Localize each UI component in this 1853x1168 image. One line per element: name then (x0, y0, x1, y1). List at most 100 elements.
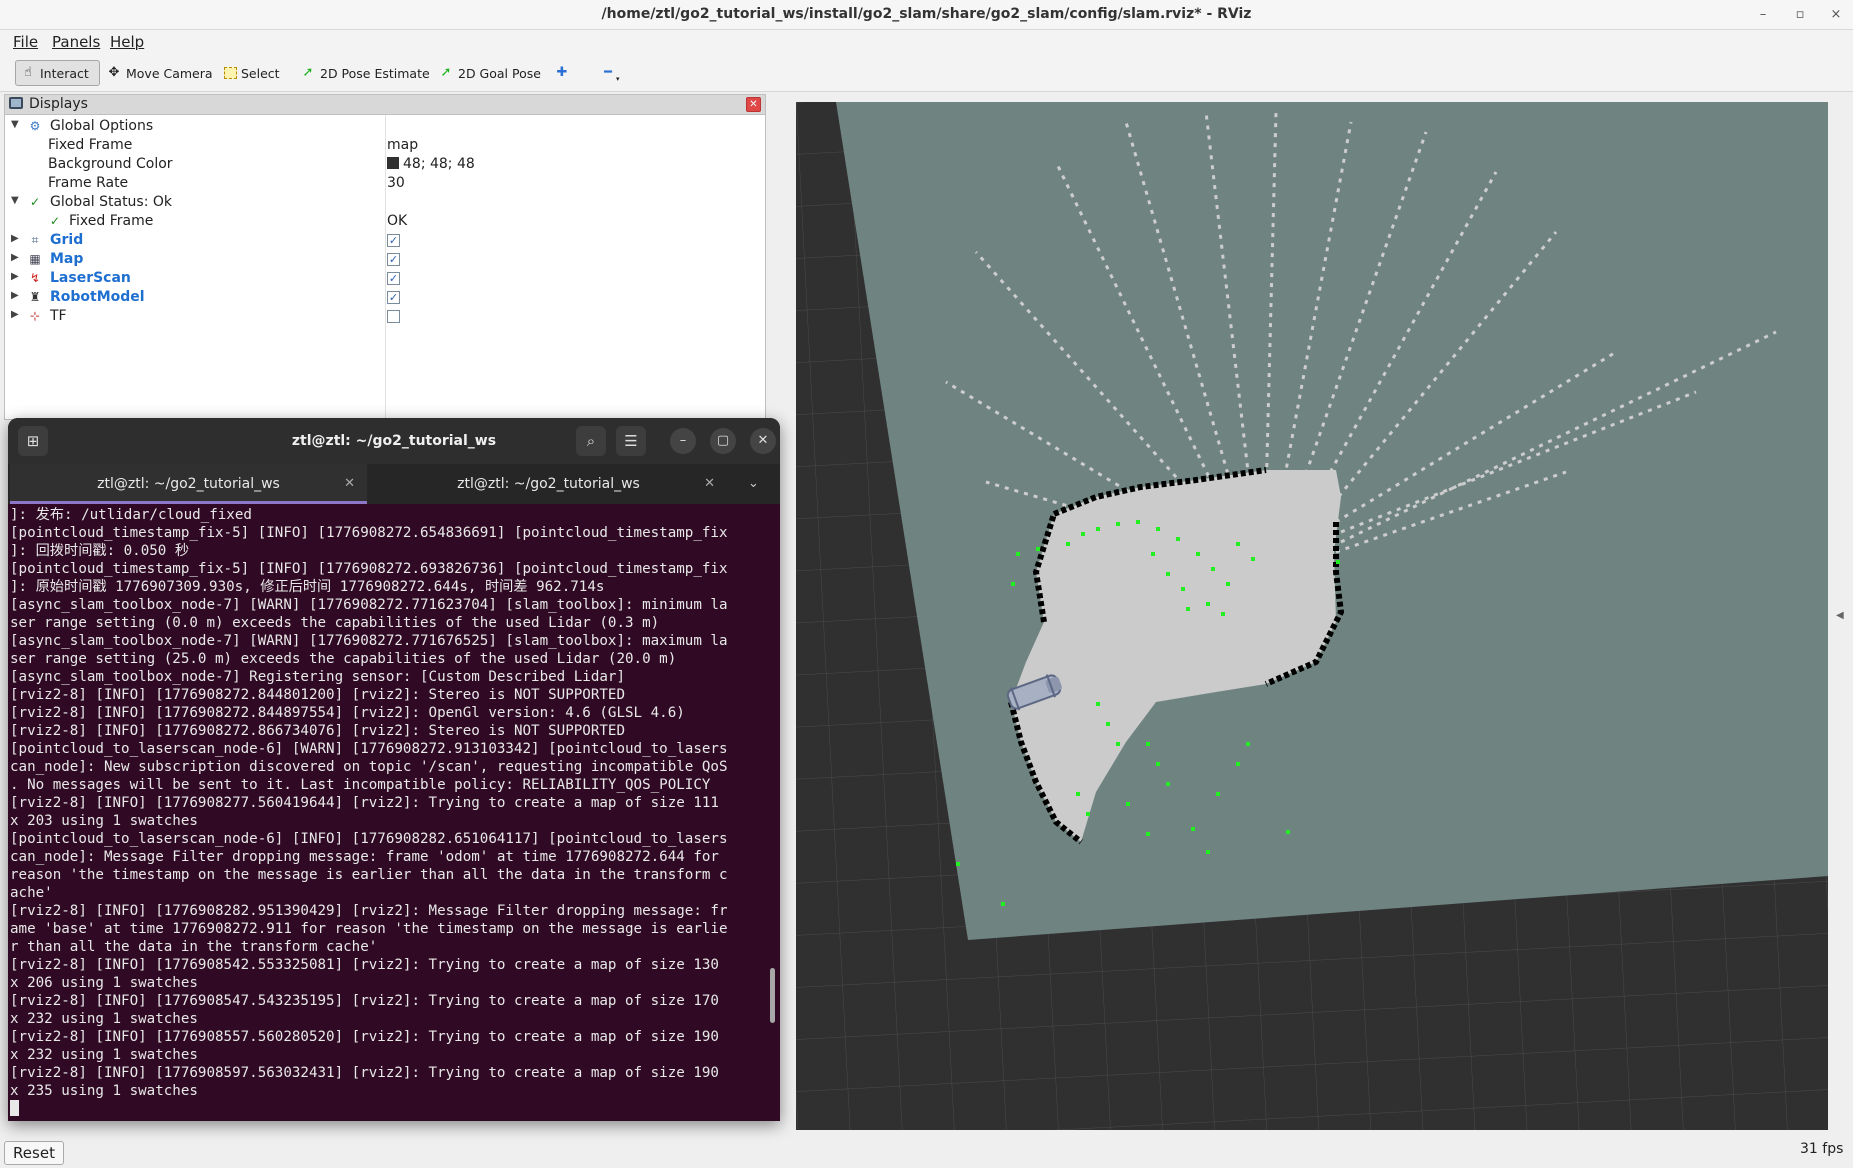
plus-icon: ✚ (556, 65, 568, 80)
close-panel-button[interactable]: ✕ (746, 97, 761, 112)
add-tool-button[interactable]: ✚ (550, 60, 574, 86)
tree-row-background-color[interactable]: Background Color 48; 48; 48 (5, 155, 765, 174)
terminal-line: ser range setting (25.0 m) exceeds the c… (10, 651, 677, 667)
tree-row-status-fixed-frame[interactable]: ✓ Fixed Frame OK (5, 212, 765, 231)
tab-close-icon[interactable]: ✕ (704, 464, 715, 504)
terminal-minimize-button[interactable]: – (670, 428, 696, 454)
frame-rate-value[interactable]: 30 (387, 175, 405, 191)
displays-panel: Displays ✕ ▼ ⚙ Global Options Fixed Fram… (4, 94, 766, 420)
terminal-tab-2[interactable]: ztl@ztl: ~/go2_tutorial_ws ✕ (370, 464, 727, 504)
collapse-arrow-icon[interactable]: ▶ (11, 233, 19, 244)
displays-panel-header: Displays ✕ (5, 95, 765, 115)
terminal-line: x 203 using 1 swatches (10, 813, 198, 829)
search-icon: ⌕ (586, 432, 596, 450)
terminal-line: can_node]: Message Filter dropping messa… (10, 849, 719, 865)
terminal-maximize-button[interactable]: ▢ (710, 428, 736, 454)
menu-help[interactable]: Help (110, 33, 144, 51)
terminal-line: x 235 using 1 swatches (10, 1083, 198, 1099)
grid-icon: ⌗ (31, 233, 39, 247)
terminal-tab-1[interactable]: ztl@ztl: ~/go2_tutorial_ws ✕ (10, 464, 367, 504)
maximize-button[interactable]: ▫ (1790, 5, 1810, 25)
terminal-line: [async_slam_toolbox_node-7] [WARN] [1776… (10, 633, 728, 649)
remove-tool-button[interactable]: ━ ▾ (596, 60, 624, 86)
terminal-line: [rviz2-8] [INFO] [1776908547.543235195] … (10, 993, 719, 1009)
goal-pose-tool-button[interactable]: ➚ 2D Goal Pose (434, 60, 545, 86)
tab-list-chevron-down-icon[interactable]: ⌄ (748, 464, 759, 504)
terminal-scrollbar[interactable] (770, 968, 775, 1023)
reset-button[interactable]: Reset (4, 1141, 64, 1165)
pose-estimate-arrow-icon: ➚ (302, 65, 314, 80)
3d-viewport[interactable] (796, 102, 1828, 1130)
tree-row-tf[interactable]: ▶ ⊹ TF (5, 307, 765, 326)
hand-pointer-icon: ☝ (24, 65, 32, 80)
collapse-arrow-icon[interactable]: ▶ (11, 290, 19, 301)
terminal-line: [rviz2-8] [INFO] [1776908557.560280520] … (10, 1029, 719, 1045)
menu-file[interactable]: File (13, 33, 38, 51)
terminal-line: ]: 发布: /utlidar/cloud_fixed (10, 507, 252, 523)
terminal-close-button[interactable]: ✕ (750, 428, 776, 454)
map-checkbox[interactable]: ✓ (387, 253, 400, 266)
tree-row-map[interactable]: ▶ ▦ Map ✓ (5, 250, 765, 269)
menu-panels[interactable]: Panels (52, 33, 100, 51)
terminal-line: [rviz2-8] [INFO] [1776908282.951390429] … (10, 903, 728, 919)
interact-label: Interact (40, 65, 89, 81)
tree-row-grid[interactable]: ▶ ⌗ Grid ✓ (5, 231, 765, 250)
laserscan-checkbox[interactable]: ✓ (387, 272, 400, 285)
tab-close-icon[interactable]: ✕ (344, 464, 355, 504)
expand-arrow-icon[interactable]: ▼ (11, 195, 19, 206)
collapse-arrow-icon[interactable]: ▶ (11, 271, 19, 282)
move-camera-tool-button[interactable]: ✥ Move Camera (102, 60, 217, 86)
terminal-window[interactable]: ⊞ ztl@ztl: ~/go2_tutorial_ws ⌕ ☰ – ▢ ✕ z… (8, 418, 780, 1121)
tree-row-global-status[interactable]: ▼ ✓ Global Status: Ok (5, 193, 765, 212)
terminal-line: [rviz2-8] [INFO] [1776908277.560419644] … (10, 795, 719, 811)
displays-title: Displays (29, 96, 88, 112)
terminal-search-button[interactable]: ⌕ (576, 426, 606, 456)
terminal-menu-button[interactable]: ☰ (616, 426, 646, 456)
collapse-arrow-icon[interactable]: ▶ (11, 309, 19, 320)
robotmodel-checkbox[interactable]: ✓ (387, 291, 400, 304)
terminal-line: x 232 using 1 swatches (10, 1047, 198, 1063)
terminal-output[interactable]: ]: 发布: /utlidar/cloud_fixed [pointcloud_t… (10, 506, 774, 1118)
pose-estimate-tool-button[interactable]: ➚ 2D Pose Estimate (296, 60, 434, 86)
tree-row-fixed-frame[interactable]: Fixed Frame map (5, 136, 765, 155)
terminal-line: ame 'base' at time 1776908272.911 for re… (10, 921, 728, 937)
terminal-line: [rviz2-8] [INFO] [1776908272.844801200] … (10, 687, 625, 703)
terminal-line: [pointcloud_to_laserscan_node-6] [INFO] … (10, 831, 728, 847)
fixed-frame-value[interactable]: map (387, 137, 418, 153)
interact-tool-button[interactable]: ☝ Interact (15, 60, 100, 86)
tree-row-global-options[interactable]: ▼ ⚙ Global Options (5, 117, 765, 136)
window-title: /home/ztl/go2_tutorial_ws/install/go2_sl… (601, 6, 1252, 22)
collapse-views-arrow-icon[interactable]: ◀ (1836, 610, 1844, 621)
robot-icon: ♜ (29, 290, 41, 304)
hamburger-menu-icon: ☰ (624, 432, 638, 450)
gear-icon: ⚙ (29, 119, 41, 133)
close-window-button[interactable]: × (1826, 5, 1846, 25)
dropdown-arrow-icon: ▾ (616, 75, 620, 83)
collapse-arrow-icon[interactable]: ▶ (11, 252, 19, 263)
move-camera-label: Move Camera (126, 65, 213, 81)
checkmark-icon: ✓ (29, 195, 41, 209)
background-color-value-cell[interactable]: 48; 48; 48 (387, 156, 475, 172)
terminal-tab-2-label: ztl@ztl: ~/go2_tutorial_ws (457, 476, 640, 492)
expand-arrow-icon[interactable]: ▼ (11, 119, 19, 130)
tree-row-frame-rate[interactable]: Frame Rate 30 (5, 174, 765, 193)
terminal-headerbar: ⊞ ztl@ztl: ~/go2_tutorial_ws ⌕ ☰ – ▢ ✕ (8, 418, 780, 464)
close-icon: ✕ (757, 433, 769, 448)
terminal-prompt-line (10, 1100, 774, 1118)
minimize-icon: – (679, 433, 687, 448)
minus-icon: ━ (604, 65, 612, 80)
active-tab-indicator (10, 501, 367, 504)
terminal-line: [pointcloud_timestamp_fix-5] [INFO] [177… (10, 561, 728, 577)
select-box-icon (224, 67, 237, 79)
select-tool-button[interactable]: Select (220, 60, 284, 86)
minimize-button[interactable]: – (1753, 5, 1773, 25)
goal-pose-label: 2D Goal Pose (458, 65, 541, 81)
tree-row-robotmodel[interactable]: ▶ ♜ RobotModel ✓ (5, 288, 765, 307)
tree-row-laserscan[interactable]: ▶ ↯ LaserScan ✓ (5, 269, 765, 288)
tf-label: TF (50, 308, 67, 324)
menubar: File Panels Help (0, 30, 1853, 54)
terminal-line: [async_slam_toolbox_node-7] [WARN] [1776… (10, 597, 728, 613)
window-titlebar: /home/ztl/go2_tutorial_ws/install/go2_sl… (0, 0, 1853, 30)
grid-checkbox[interactable]: ✓ (387, 234, 400, 247)
tf-checkbox[interactable] (387, 310, 400, 323)
